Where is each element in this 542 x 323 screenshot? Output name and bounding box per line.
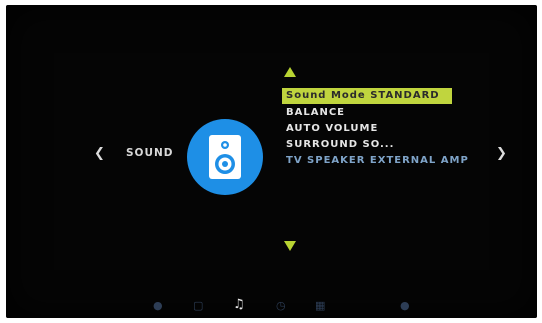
scroll-down-arrow[interactable] [284,241,296,251]
settings-icon[interactable]: ● [400,299,410,312]
tv-screen: ❮ SOUND Sound Mode STANDARD BALANCE AUTO… [6,5,537,318]
scroll-up-arrow[interactable] [284,67,296,77]
clock-icon[interactable]: ◷ [276,299,286,312]
channel-icon[interactable]: ▢ [193,299,203,312]
menu-item-sound-mode[interactable]: Sound Mode STANDARD [282,88,452,104]
category-label: SOUND [126,147,174,159]
menu-item-balance[interactable]: BALANCE [282,105,469,121]
next-category-arrow[interactable]: ❯ [496,146,507,161]
menu-item-surround-sound[interactable]: SURROUND SO... [282,137,469,153]
menu-item-auto-volume[interactable]: AUTO VOLUME [282,121,469,137]
bottom-category-bar: ● ▢ ♫ ◷ ▦ ● [6,293,537,318]
music-note-icon[interactable]: ♫ [233,297,245,312]
speaker-icon [209,135,241,179]
grid-icon[interactable]: ▦ [315,299,325,312]
previous-category-arrow[interactable]: ❮ [94,146,105,161]
category-icon-circle[interactable] [187,119,263,195]
sound-menu: Sound Mode STANDARD BALANCE AUTO VOLUME … [282,83,469,169]
menu-item-tv-speaker[interactable]: TV SPEAKER EXTERNAL AMP [282,153,469,169]
picture-icon[interactable]: ● [153,299,163,312]
